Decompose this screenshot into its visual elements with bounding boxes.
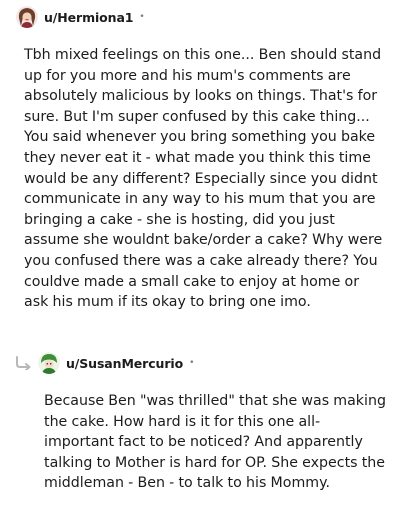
comment-body: Tbh mixed feelings on this one... Ben sh… [24, 47, 383, 311]
username[interactable]: u/SusanMercurio [66, 356, 183, 371]
separator-dot: • [139, 12, 145, 22]
comment-header: u/Hermiona1 • [16, 5, 145, 29]
username[interactable]: u/Hermiona1 [44, 10, 134, 25]
reply-arrow-icon [16, 356, 31, 370]
separator-dot: • [189, 358, 195, 368]
comment-body: Because Ben "was thrilled" that she was … [44, 393, 386, 492]
avatar-icon[interactable] [16, 6, 38, 28]
comment-header: u/SusanMercurio • [38, 351, 194, 375]
avatar-icon[interactable] [38, 352, 60, 374]
